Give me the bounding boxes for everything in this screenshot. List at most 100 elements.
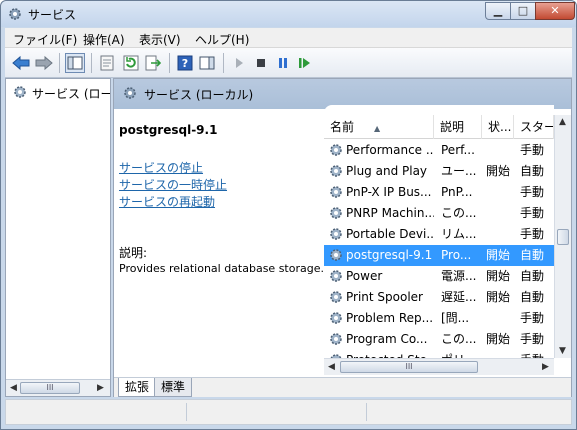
scroll-left-arrow-icon[interactable]: ◀ xyxy=(328,362,335,372)
pane-title: サービス (ローカル) xyxy=(144,88,254,102)
stop-service-icon[interactable] xyxy=(251,53,271,73)
service-status-cell xyxy=(486,203,516,224)
properties-icon[interactable] xyxy=(97,53,117,73)
service-status-cell: 開始 xyxy=(486,290,511,304)
scroll-down-arrow-icon[interactable]: ▼ xyxy=(559,346,566,356)
maximize-button[interactable]: □ xyxy=(510,2,536,20)
service-status-cell xyxy=(486,140,516,161)
service-name-cell: Power xyxy=(346,269,383,283)
pause-service-icon[interactable] xyxy=(273,53,293,73)
tree-horizontal-scrollbar[interactable]: ◀ III ▶ xyxy=(6,379,110,396)
service-description-cell: Perf... xyxy=(441,143,475,157)
service-startup-cell: 自動 xyxy=(520,290,545,304)
service-name-cell: PnP-X IP Bus... xyxy=(346,185,432,199)
stop-service-link[interactable]: サービスの停止 xyxy=(119,159,203,176)
service-gear-icon xyxy=(328,289,344,305)
tree-item-services-local[interactable]: サービス (ロー xyxy=(12,83,110,103)
menu-file[interactable]: ファイル(F) xyxy=(13,31,77,48)
service-startup-cell: 手動 xyxy=(520,350,550,358)
service-name-cell: Protected Sto... xyxy=(346,350,434,358)
restart-service-link[interactable]: サービスの再起動 xyxy=(119,193,215,210)
description-label: 説明: xyxy=(119,246,148,260)
pause-service-link[interactable]: サービスの一時停止 xyxy=(119,176,227,193)
scrollbar-thumb[interactable] xyxy=(557,229,569,245)
window-title: サービス xyxy=(28,8,77,22)
column-header-name[interactable]: 名前 ▲ xyxy=(324,115,434,139)
forward-arrow-icon[interactable] xyxy=(34,53,54,73)
service-row[interactable]: Power 電源... 開始 自動 xyxy=(324,266,554,287)
service-row[interactable]: Print Spooler 遅延... 開始 自動 xyxy=(324,287,554,308)
status-bar xyxy=(5,399,572,425)
back-arrow-icon[interactable] xyxy=(11,53,31,73)
service-description-cell: Pro... xyxy=(441,248,472,262)
service-startup-cell: 手動 xyxy=(520,332,545,346)
service-row[interactable]: Protected Sto... ポリ... 手動 xyxy=(324,350,554,358)
tab-extended[interactable]: 拡張 xyxy=(118,378,157,397)
service-name-cell: Program Co... xyxy=(346,332,428,346)
tab-standard[interactable]: 標準 xyxy=(154,378,193,397)
service-description-cell: ポリ... xyxy=(441,350,481,358)
help-icon[interactable]: ? xyxy=(175,53,195,73)
service-name-cell: Plug and Play xyxy=(346,164,428,178)
column-header-startup-type[interactable]: スター xyxy=(514,115,554,139)
scroll-right-arrow-icon[interactable]: ▶ xyxy=(97,383,104,393)
service-gear-icon xyxy=(328,247,344,263)
extended-description-area: postgresql-9.1 サービスの停止 サービスの一時停止 サービスの再起… xyxy=(114,109,324,374)
services-window: サービス ▁ □ ✕ ファイル(F) 操作(A) 表示(V) ヘルプ(H) ? … xyxy=(0,0,577,430)
service-name-cell: Print Spooler xyxy=(346,290,423,304)
console-tree-pane: サービス (ロー ◀ III ▶ xyxy=(5,78,111,397)
selected-service-name: postgresql-9.1 xyxy=(119,123,218,137)
title-bar[interactable]: サービス ▁ □ ✕ xyxy=(1,1,576,27)
minimize-button[interactable]: ▁ xyxy=(485,2,511,20)
export-list-icon[interactable] xyxy=(143,53,163,73)
service-gear-icon xyxy=(328,142,344,158)
services-list: 名前 ▲ 説明 状... スター Performance ... Perf... 手… xyxy=(324,105,554,358)
action-pane-icon[interactable] xyxy=(197,53,217,73)
service-status-cell: 開始 xyxy=(486,332,511,346)
restart-service-icon[interactable] xyxy=(295,53,315,73)
services-gear-icon xyxy=(12,84,28,103)
scroll-up-arrow-icon[interactable]: ▲ xyxy=(559,117,566,127)
service-row[interactable]: Problem Rep... [問... 手動 xyxy=(324,308,554,329)
service-row[interactable]: postgresql-9.1 Pro... 開始 自動 xyxy=(324,245,554,266)
menu-bar: ファイル(F) 操作(A) 表示(V) ヘルプ(H) xyxy=(5,28,572,48)
service-description-cell: この... xyxy=(441,332,477,346)
service-startup-cell: 手動 xyxy=(520,143,545,157)
scroll-left-arrow-icon[interactable]: ◀ xyxy=(10,383,17,393)
service-startup-cell: 手動 xyxy=(520,206,545,220)
refresh-icon[interactable] xyxy=(121,53,141,73)
service-row[interactable]: PnP-X IP Bus... PnP... 手動 xyxy=(324,182,554,203)
service-startup-cell: 手動 xyxy=(520,227,545,241)
service-gear-icon xyxy=(328,184,344,200)
scrollbar-thumb[interactable]: III xyxy=(20,382,80,394)
list-horizontal-scrollbar[interactable]: ◀ III ▶ xyxy=(324,358,554,375)
menu-help[interactable]: ヘルプ(H) xyxy=(195,31,249,48)
service-row[interactable]: PNRP Machin... この... 手動 xyxy=(324,203,554,224)
service-startup-cell: 手動 xyxy=(520,311,545,325)
service-description-cell: ユー... xyxy=(441,164,477,178)
menu-action[interactable]: 操作(A) xyxy=(83,31,125,48)
service-status-cell xyxy=(486,224,516,245)
service-startup-cell: 手動 xyxy=(520,185,545,199)
service-description-cell: [問... xyxy=(441,311,470,325)
service-row[interactable]: Plug and Play ユー... 開始 自動 xyxy=(324,161,554,182)
scrollbar-thumb[interactable]: III xyxy=(340,361,478,373)
service-gear-icon xyxy=(328,226,344,242)
close-button[interactable]: ✕ xyxy=(535,2,575,20)
service-gear-icon xyxy=(328,163,344,179)
start-service-icon[interactable] xyxy=(229,53,249,73)
show-hide-tree-icon[interactable] xyxy=(65,53,85,73)
list-vertical-scrollbar[interactable]: ▲ ▼ xyxy=(554,115,571,358)
service-name-cell: PNRP Machin... xyxy=(346,206,434,220)
service-gear-icon xyxy=(328,331,344,347)
service-description-cell: リム... xyxy=(441,227,477,241)
service-row[interactable]: Program Co... この... 開始 手動 xyxy=(324,329,554,350)
service-row[interactable]: Performance ... Perf... 手動 xyxy=(324,140,554,161)
service-status-cell xyxy=(486,308,516,329)
column-header-status[interactable]: 状... xyxy=(482,115,514,139)
scroll-right-arrow-icon[interactable]: ▶ xyxy=(542,362,549,372)
service-status-cell xyxy=(486,350,516,358)
column-header-description[interactable]: 説明 xyxy=(434,115,482,139)
menu-view[interactable]: 表示(V) xyxy=(139,31,181,48)
service-row[interactable]: Portable Devi... リム... 手動 xyxy=(324,224,554,245)
